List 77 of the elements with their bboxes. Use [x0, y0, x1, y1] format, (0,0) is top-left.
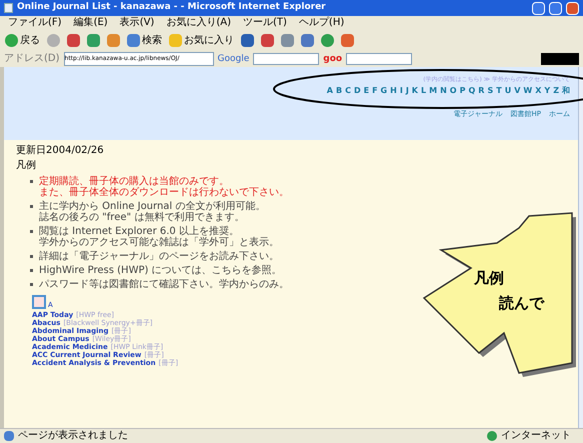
bullet-icon [30, 269, 33, 272]
toolbar-button[interactable] [260, 32, 275, 50]
search-engine-logo: goo [323, 53, 342, 65]
callout-text: 読んで [499, 295, 544, 312]
menu-item[interactable]: ファイル(F) [8, 17, 62, 29]
toolbar-button[interactable]: お気に入り [168, 32, 235, 50]
letter-link[interactable]: O [450, 86, 457, 96]
search-field[interactable] [346, 53, 412, 65]
callout-text: 凡例 [474, 270, 504, 287]
minimize-button[interactable] [532, 2, 545, 14]
letter-link[interactable]: I [400, 86, 403, 96]
letter-link[interactable]: H [390, 86, 397, 96]
letter-link[interactable]: N [440, 86, 447, 96]
letter-link[interactable]: F [372, 86, 378, 96]
legend-heading: 凡例 [16, 160, 37, 171]
toolbar-button[interactable]: 戻る [4, 32, 41, 50]
letter-link[interactable]: T [496, 86, 502, 96]
letter-link[interactable]: S [487, 86, 494, 96]
letter-link[interactable]: U [504, 86, 512, 96]
close-button[interactable] [566, 2, 579, 14]
menu-item[interactable]: ツール(T) [243, 17, 287, 29]
zone-text: インターネット [501, 430, 572, 442]
letter-link[interactable]: D [354, 86, 361, 96]
letter-link[interactable]: E [364, 86, 370, 96]
note-text: HighWire Press (HWP) については、こちらを参照。 [39, 265, 282, 276]
maximize-button[interactable] [549, 2, 562, 14]
bullet-icon [30, 230, 33, 233]
toolbar-button[interactable] [340, 32, 355, 50]
bullet-icon [30, 255, 33, 258]
letter-link[interactable]: L [421, 86, 426, 96]
library-logo-icon [32, 295, 46, 309]
letter-link[interactable]: Q [468, 86, 476, 96]
note-text: 定期購読、冊子体の購入は当館のみです。 [39, 176, 230, 187]
letter-link[interactable]: B [336, 86, 342, 96]
search-field[interactable] [253, 53, 320, 65]
status-text: ページが表示されました [18, 430, 129, 442]
toolbar-button[interactable] [320, 32, 335, 50]
bullet-icon [30, 180, 33, 183]
meter-display [541, 53, 579, 65]
note-text: パスワード等は図書館にて確認下さい。学内からのみ。 [39, 279, 289, 290]
toolbar-button[interactable] [86, 32, 101, 50]
note-text: 詳細は「電子ジャーナル」のページをお読み下さい。 [39, 251, 279, 262]
toolbar-button[interactable]: 検索 [126, 32, 163, 50]
letter-link[interactable]: R [478, 86, 484, 96]
bullet-icon [30, 205, 33, 208]
menu-item[interactable]: 編集(E) [74, 17, 108, 29]
toolbar-button[interactable] [106, 32, 121, 50]
letter-link[interactable]: Y [544, 86, 550, 96]
window-title: Online Journal List - kanazawa - - Microsoft Internet Explorer [17, 1, 327, 14]
menu-item[interactable]: お気に入り(A) [166, 17, 231, 29]
letter-link[interactable]: K [412, 86, 418, 96]
note-text: 誌名の後ろの "free" は無料で利用できます。 [39, 212, 246, 223]
toolbar-button[interactable] [300, 32, 315, 50]
note-text: 学外からのアクセス可能な雑誌は「学外可」と表示。 [39, 237, 279, 248]
letter-link[interactable]: Z [553, 86, 559, 96]
toolbar-button[interactable] [280, 32, 295, 50]
note-text: 閲覧は Internet Explorer 6.0 以上を推奨。 [39, 226, 240, 237]
letter-link[interactable]: V [514, 86, 520, 96]
letter-link[interactable]: G [380, 86, 388, 96]
update-date: 更新日2004/02/26 [16, 145, 105, 156]
toolbar-button[interactable] [240, 32, 255, 50]
search-engine-logo: Google [218, 53, 250, 65]
letter-link[interactable]: C [345, 86, 351, 96]
letter-link[interactable]: J [406, 86, 409, 96]
letter-link[interactable]: P [460, 86, 466, 96]
note-text: また、冊子体全体のダウンロードは行わないで下さい。 [39, 187, 289, 198]
letter-link[interactable]: W [523, 86, 532, 96]
note-text: 主に学内から Online Journal の全文が利用可能。 [39, 201, 266, 212]
letter-link[interactable]: M [429, 86, 438, 96]
letter-link[interactable]: A [326, 86, 333, 96]
bullet-icon [30, 283, 33, 286]
menu-item[interactable]: 表示(V) [120, 17, 154, 29]
letter-link[interactable]: X [535, 86, 542, 96]
letter-link[interactable]: 和 [562, 86, 570, 96]
menu-item[interactable]: ヘルプ(H) [298, 17, 344, 29]
address-label: アドレス(D) [4, 53, 60, 65]
toolbar-button[interactable] [66, 32, 81, 50]
